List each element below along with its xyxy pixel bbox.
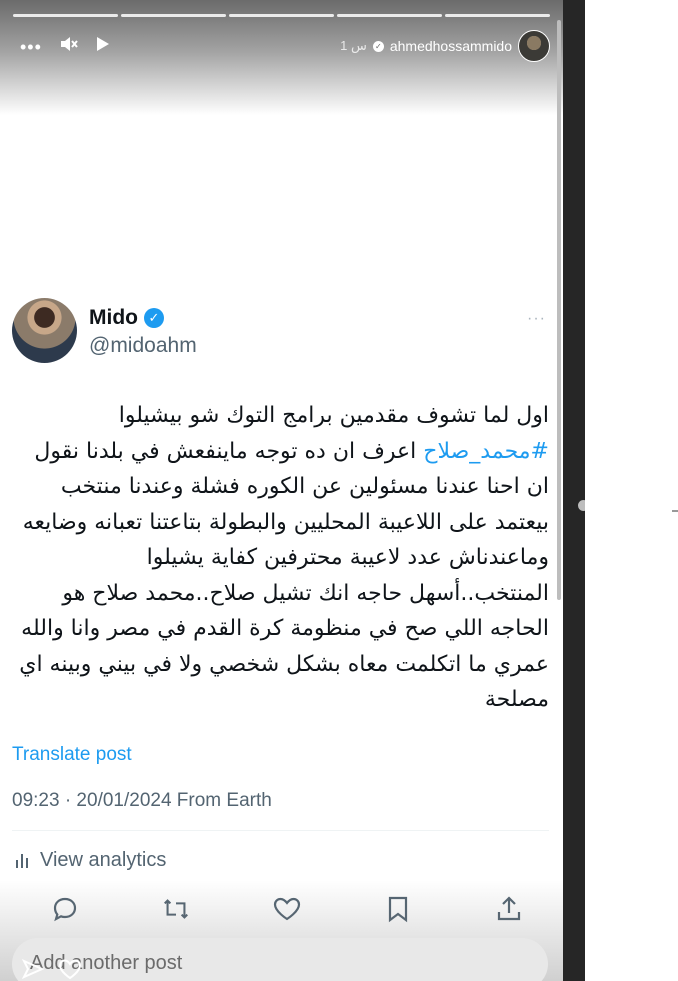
- more-icon[interactable]: •••: [20, 37, 42, 57]
- add-another-post-input[interactable]: Add another post: [12, 938, 548, 981]
- avatar[interactable]: [518, 30, 550, 62]
- progress-segment: [121, 14, 226, 17]
- translate-post-link[interactable]: Translate post: [12, 744, 132, 766]
- tweet-text: اول لما تشوف مقدمين برامج التوك شو بيشيل…: [12, 398, 549, 718]
- story-header: ••• 1 س ✓ ahmedhossammido: [0, 30, 563, 62]
- story-controls: •••: [20, 36, 110, 58]
- story-time: 1 س: [340, 38, 367, 53]
- story-bottom-actions: [22, 958, 82, 980]
- story-frame: ••• 1 س ✓ ahmedhossammido Mido ✓ @midoah…: [0, 0, 563, 981]
- divider: [12, 830, 549, 831]
- tweet-text-line2: اعرف ان ده توجه ماينفعش في بلدنا نقول: [34, 438, 424, 464]
- story-user[interactable]: 1 س ✓ ahmedhossammido: [340, 30, 550, 62]
- tweet-avatar[interactable]: [12, 298, 77, 363]
- hashtag-link[interactable]: #محمد_صلاح: [423, 439, 549, 464]
- story-side-divider: [563, 0, 585, 981]
- more-icon[interactable]: ···: [527, 310, 546, 328]
- post-timestamp: 09:23 · 20/01/2024 From Earth: [12, 790, 272, 811]
- play-icon[interactable]: [96, 36, 110, 58]
- analytics-label[interactable]: View analytics: [40, 849, 166, 872]
- author-name[interactable]: Mido ✓: [89, 306, 164, 330]
- verified-icon: ✓: [143, 308, 164, 328]
- send-icon[interactable]: [22, 958, 44, 980]
- view-analytics-button[interactable]: View analytics: [14, 849, 166, 872]
- progress-segment: [13, 14, 118, 17]
- background-area: [585, 0, 678, 981]
- progress-segment: [445, 14, 550, 17]
- edge-mark: [672, 510, 678, 512]
- progress-segment: [229, 14, 334, 17]
- analytics-icon: [16, 853, 28, 868]
- tweet-text-line1: اول لما تشوف مقدمين برامج التوك شو بيشيل…: [118, 403, 549, 428]
- tweet-text-rest: ان احنا عندنا مسئولين عن الكوره فشلة وعن…: [19, 474, 549, 712]
- heart-outline-icon[interactable]: [58, 958, 82, 980]
- author-handle[interactable]: @midoahm: [89, 334, 197, 358]
- verified-icon: ✓: [372, 40, 384, 52]
- story-username[interactable]: ahmedhossammido: [390, 38, 512, 54]
- scrollbar[interactable]: [557, 20, 561, 600]
- progress-segment: [337, 14, 442, 17]
- author-name-text[interactable]: Mido: [89, 306, 138, 330]
- mute-icon[interactable]: [60, 36, 78, 58]
- story-progress-bar: [13, 14, 550, 18]
